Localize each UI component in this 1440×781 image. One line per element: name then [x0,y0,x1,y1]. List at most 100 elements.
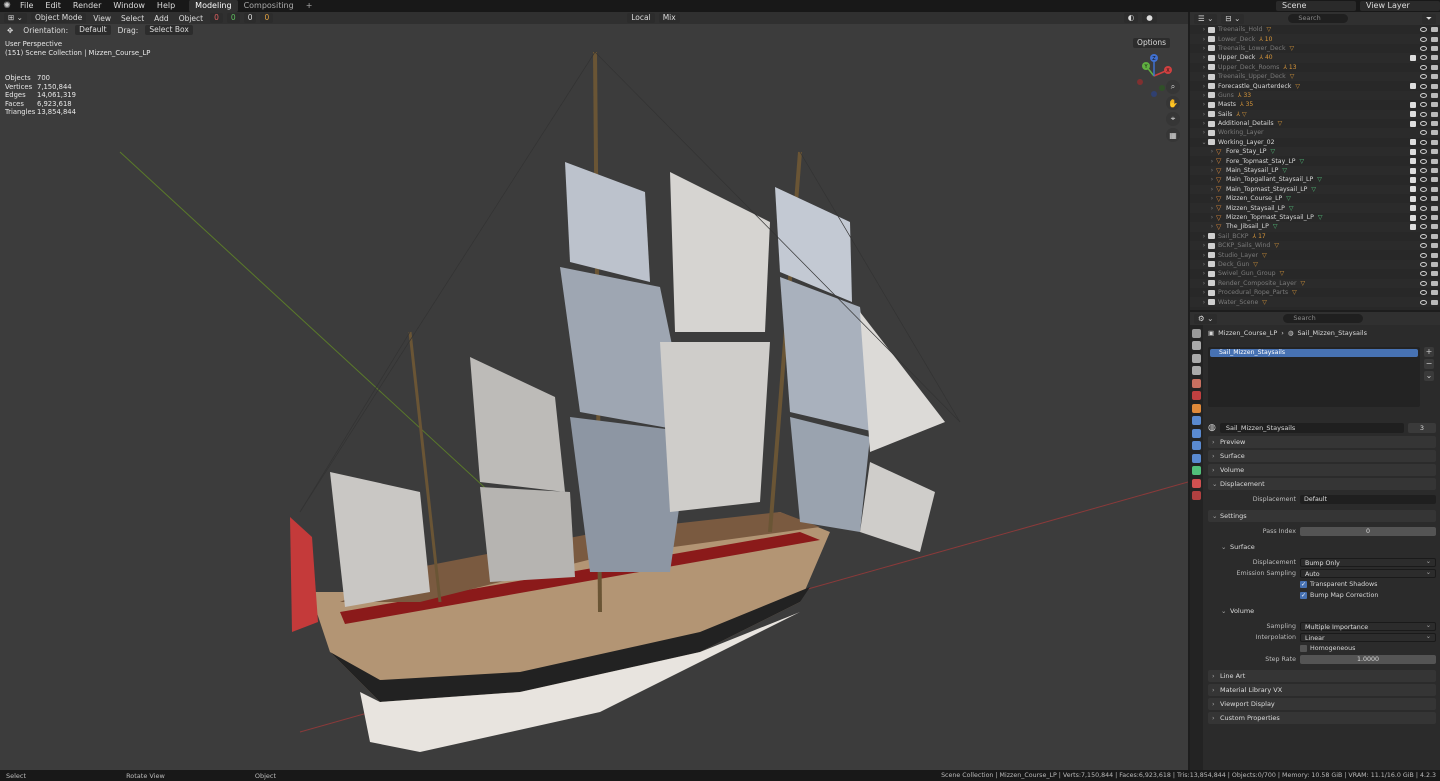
outliner-row[interactable]: › Upper_Deck ⅄ 40 [1190,53,1440,63]
collapsed-arrow-icon[interactable]: › [1200,26,1208,33]
scene-selector[interactable]: Scene [1276,1,1356,11]
collapsed-arrow-icon[interactable]: › [1208,186,1216,193]
object-tab-icon[interactable] [1192,403,1201,413]
render-camera-icon[interactable] [1431,121,1438,127]
counter-gray[interactable]: 0 [243,13,257,23]
texture-tab-icon[interactable] [1192,491,1201,500]
view-layer-selector[interactable]: View Layer [1360,1,1440,11]
collapsed-arrow-icon[interactable]: › [1200,280,1208,287]
bump-map-correction-checkbox[interactable]: ✓ Bump Map Correction [1300,591,1378,599]
collapsed-arrow-icon[interactable]: › [1200,261,1208,268]
perspective-toggle-icon[interactable]: ▦ [1166,128,1180,142]
collapsed-arrow-icon[interactable]: › [1208,148,1216,155]
zoom-icon[interactable]: ⌕ [1166,80,1180,94]
render-camera-icon[interactable] [1431,130,1438,136]
include-checkbox[interactable] [1410,83,1416,90]
panel-line-art[interactable]: Line Art [1208,670,1436,682]
collapsed-arrow-icon[interactable]: › [1200,299,1208,306]
include-checkbox[interactable] [1410,101,1416,108]
camera-view-icon[interactable]: ⌖ [1166,112,1180,126]
eye-icon[interactable] [1420,261,1427,267]
outliner-row[interactable]: › ▽ Mizzen_Staysail_LP ▽ [1190,203,1440,213]
include-checkbox[interactable] [1410,176,1416,183]
outliner-row[interactable]: › Studio_Layer ▽ [1190,250,1440,259]
eye-icon[interactable] [1420,27,1427,33]
eye-icon[interactable] [1420,111,1427,117]
render-camera-icon[interactable] [1431,243,1438,249]
displacement-input[interactable]: Default [1300,494,1436,504]
scene-tab-icon[interactable] [1192,378,1201,388]
data-tab-icon[interactable] [1192,466,1201,475]
outliner-row[interactable]: › Working_Layer [1190,128,1440,138]
render-camera-icon[interactable] [1431,205,1438,211]
collapsed-arrow-icon[interactable]: › [1200,83,1208,90]
render-camera-icon[interactable] [1431,261,1438,267]
include-checkbox[interactable] [1410,158,1416,165]
eye-icon[interactable] [1420,196,1427,202]
transform-space-selector[interactable]: Local [627,13,655,23]
collapsed-arrow-icon[interactable]: › [1208,195,1216,202]
outliner-row[interactable]: › Masts ⅄ 35 [1190,100,1440,109]
outliner-row[interactable]: › ▽ Mizzen_Course_LP ▽ [1190,194,1440,203]
collapsed-arrow-icon[interactable]: › [1200,111,1208,118]
eye-icon[interactable] [1420,130,1427,136]
modifier-tab-icon[interactable] [1192,416,1201,425]
collapsed-arrow-icon[interactable]: › [1208,214,1216,221]
view-layer-tab-icon[interactable] [1192,366,1201,375]
collapsed-arrow-icon[interactable]: › [1200,129,1208,136]
sampling-dropdown[interactable]: Multiple Importance [1300,621,1436,631]
include-checkbox[interactable] [1410,167,1416,174]
eye-icon[interactable] [1420,64,1427,70]
outliner-row[interactable]: › Upper_Deck_Rooms ⅄ 13 [1190,63,1440,72]
particles-tab-icon[interactable] [1192,428,1201,438]
eye-icon[interactable] [1420,102,1427,108]
panel-custom-properties[interactable]: Custom Properties [1208,712,1436,724]
properties-search-input[interactable]: Search [1283,314,1364,323]
outliner-row[interactable]: › Treenails_Hold ▽ [1190,25,1440,34]
collapsed-arrow-icon[interactable]: › [1200,54,1208,61]
outliner-row[interactable]: › ▽ Fore_Topmast_Stay_LP ▽ [1190,156,1440,165]
eye-icon[interactable] [1420,45,1427,51]
eye-icon[interactable] [1420,224,1427,230]
include-checkbox[interactable] [1410,148,1416,155]
render-camera-icon[interactable] [1431,280,1438,286]
collapsed-arrow-icon[interactable]: › [1208,205,1216,212]
collapsed-arrow-icon[interactable]: › [1200,233,1208,240]
collapsed-arrow-icon[interactable]: › [1200,242,1208,249]
render-camera-icon[interactable] [1431,177,1438,183]
menu-file[interactable]: File [14,0,39,12]
material-tab-icon[interactable] [1192,478,1201,488]
collapsed-arrow-icon[interactable]: › [1200,64,1208,71]
outliner-row[interactable]: › Treenails_Lower_Deck ▽ [1190,44,1440,53]
eye-icon[interactable] [1420,280,1427,286]
collapsed-arrow-icon[interactable]: › [1200,252,1208,259]
display-mode-icon[interactable]: ⊟ ⌄ [1221,13,1245,24]
render-camera-icon[interactable] [1431,45,1438,51]
outliner-editor-type-icon[interactable]: ☰ ⌄ [1194,13,1218,24]
slot-specials-button[interactable]: ⌄ [1424,371,1434,381]
render-camera-icon[interactable] [1431,55,1438,61]
render-camera-icon[interactable] [1431,158,1438,164]
render-camera-icon[interactable] [1431,168,1438,174]
output-tab-icon[interactable] [1192,353,1201,363]
subpanel-volume[interactable]: Volume [1212,605,1436,617]
render-camera-icon[interactable] [1431,252,1438,258]
counter-orange[interactable]: 0 [260,13,274,23]
collapsed-arrow-icon[interactable]: › [1208,158,1216,165]
outliner-row[interactable]: › Render_Composite_Layer ▽ [1190,278,1440,288]
render-camera-icon[interactable] [1431,149,1438,155]
include-checkbox[interactable] [1410,214,1416,221]
eye-icon[interactable] [1420,233,1427,239]
mode-selector[interactable]: Object Mode [30,13,87,23]
navigation-gizmo[interactable]: X Y Z [1128,50,1180,102]
counter-red[interactable]: 0 [210,13,223,23]
eye-icon[interactable] [1420,121,1427,127]
viewport-menu-add[interactable]: Add [151,14,172,23]
eye-icon[interactable] [1420,83,1427,89]
properties-editor-type-icon[interactable]: ⚙ ⌄ [1194,313,1218,324]
viewport-menu-select[interactable]: Select [118,14,147,23]
render-camera-icon[interactable] [1431,186,1438,192]
collapsed-arrow-icon[interactable]: › [1200,101,1208,108]
eye-icon[interactable] [1420,158,1427,164]
eye-icon[interactable] [1420,139,1427,145]
